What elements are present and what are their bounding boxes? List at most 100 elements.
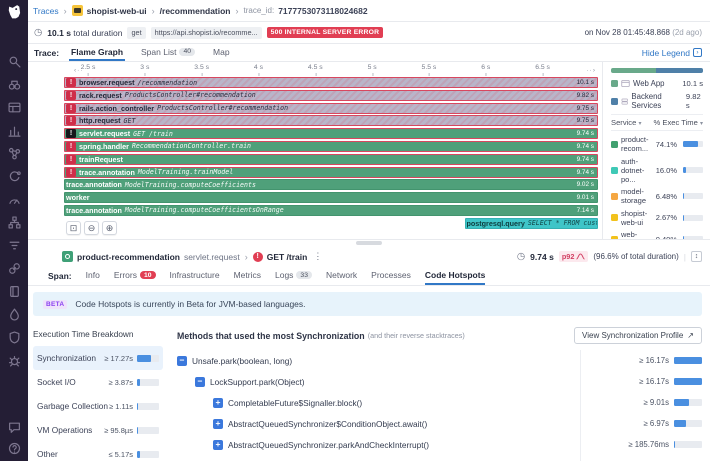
zoom-in-button[interactable]: ⊕ bbox=[102, 221, 117, 235]
span-bar-http.request[interactable]: !http.requestGET9.75 s bbox=[64, 115, 598, 126]
span-tab-code-hotspots[interactable]: Code Hotspots bbox=[425, 267, 485, 285]
span-bar-servlet.request[interactable]: !servlet.requestGET /train9.74 s bbox=[64, 128, 598, 139]
flame-row: !browser.request/recommendation10.1 s bbox=[64, 77, 598, 88]
metrics-icon[interactable] bbox=[8, 124, 21, 137]
breakdown-row-synchronization[interactable]: Synchronization≥ 17.27s bbox=[33, 346, 163, 370]
hide-legend-link[interactable]: Hide Legend › bbox=[642, 48, 702, 58]
service-name: web-store bbox=[621, 230, 653, 239]
ci-icon[interactable] bbox=[8, 170, 21, 183]
breakdown-title: Execution Time Breakdown bbox=[33, 329, 163, 339]
scroll-right-icon[interactable]: ··› bbox=[587, 67, 597, 74]
service-map-icon[interactable] bbox=[8, 147, 21, 160]
expand-icon[interactable]: + bbox=[213, 440, 223, 450]
bar-fill bbox=[137, 379, 140, 386]
span-error-icon: ! bbox=[66, 104, 76, 113]
span-tab-logs[interactable]: Logs33 bbox=[275, 267, 312, 285]
server-icon[interactable] bbox=[621, 97, 628, 106]
expand-span-icon[interactable]: ↕ bbox=[691, 251, 702, 262]
span-bar-trace.annotation[interactable]: trace.annotationModelTraining.computeCoe… bbox=[64, 179, 598, 190]
trace-tab-span-list[interactable]: Span List40 bbox=[139, 44, 197, 61]
legend-entry[interactable]: Backend Services9.82 s bbox=[611, 92, 703, 110]
span-tab-info[interactable]: Info bbox=[86, 267, 100, 285]
span-bar-rack.request[interactable]: !rack.requestProductsController#recommen… bbox=[64, 90, 598, 101]
method-name[interactable]: CompletableFuture$Signaller.block() bbox=[228, 398, 362, 408]
method-name[interactable]: AbstractQueuedSynchronizer$ConditionObje… bbox=[228, 419, 427, 429]
hierarchy-icon[interactable] bbox=[8, 216, 21, 229]
profiling-icon[interactable] bbox=[8, 308, 21, 321]
breadcrumb-resource[interactable]: /recommendation bbox=[160, 6, 231, 16]
legend-entry-label: Web App bbox=[633, 79, 665, 88]
method-row: +ModelTraining.synchronizeCoefficients(C… bbox=[177, 455, 702, 461]
collapse-icon[interactable]: − bbox=[177, 356, 187, 366]
breadcrumb-service[interactable]: shopist-web-ui bbox=[87, 6, 147, 16]
method-name[interactable]: AbstractQueuedSynchronizer.parkAndCheckI… bbox=[228, 440, 429, 450]
filter-icon[interactable] bbox=[8, 239, 21, 252]
span-bar-postgresql.query[interactable]: postgresql.querySELECT * FROM custome… bbox=[465, 218, 599, 229]
legend-service-row[interactable]: shopist-web-ui2.67% bbox=[611, 209, 703, 227]
browser-icon[interactable] bbox=[621, 79, 630, 88]
legend-service-row[interactable]: model-storage6.48% bbox=[611, 187, 703, 205]
breakdown-row-garbage-collection[interactable]: Garbage Collection≥ 1.11s bbox=[33, 394, 163, 418]
gauge-icon[interactable] bbox=[8, 193, 21, 206]
span-resource[interactable]: GET /train bbox=[267, 252, 308, 262]
span-tab-infrastructure[interactable]: Infrastructure bbox=[170, 267, 220, 285]
latency-percentile-badge[interactable]: p92 bbox=[559, 251, 589, 262]
notebook-icon[interactable] bbox=[8, 285, 21, 298]
exec-time-column-sort[interactable]: % Exec Time ▾ bbox=[654, 118, 703, 127]
view-synchronization-profile-button[interactable]: View Synchronization Profile↗ bbox=[574, 327, 702, 344]
span-list-icon[interactable] bbox=[8, 101, 21, 114]
zoom-out-button[interactable]: ⊖ bbox=[84, 221, 99, 235]
reset-button[interactable]: ⊡ bbox=[66, 221, 81, 235]
service-color-swatch bbox=[611, 236, 618, 240]
collapse-icon[interactable]: − bbox=[195, 377, 205, 387]
legend-service-row[interactable]: product-recom...74.1% bbox=[611, 135, 703, 153]
security-icon[interactable] bbox=[8, 331, 21, 344]
span-tab-metrics[interactable]: Metrics bbox=[234, 267, 261, 285]
breakdown-row-socket-i-o[interactable]: Socket I/O≥ 3.87s bbox=[33, 370, 163, 394]
span-bar-worker[interactable]: worker9.01 s bbox=[64, 192, 598, 203]
breakdown-bar bbox=[137, 427, 159, 434]
datadog-logo-icon[interactable] bbox=[6, 4, 23, 21]
expand-icon[interactable]: + bbox=[213, 419, 223, 429]
span-bar-browser.request[interactable]: !browser.request/recommendation10.1 s bbox=[64, 77, 598, 88]
trace-tab-flame-graph[interactable]: Flame Graph bbox=[69, 44, 125, 61]
help-icon[interactable] bbox=[8, 442, 21, 455]
search-icon[interactable] bbox=[8, 55, 21, 68]
beta-badge: BETA bbox=[43, 300, 67, 309]
span-error-icon: ! bbox=[66, 91, 76, 100]
watchdog-icon[interactable] bbox=[8, 78, 21, 91]
span-duration-share: (96.6% of total duration) bbox=[593, 252, 678, 261]
trace-tabs: Trace: Flame GraphSpan List40Map Hide Le… bbox=[28, 44, 710, 62]
flame-graph[interactable]: ‹·· ··› 2.5 s3 s3.5 s4 s4.5 s5 s5.5 s6 s… bbox=[28, 62, 602, 239]
span-bar-trace.annotation[interactable]: trace.annotationModelTraining.computeCoe… bbox=[64, 205, 598, 216]
method-name[interactable]: Unsafe.park(boolean, long) bbox=[192, 356, 292, 366]
bug-icon[interactable] bbox=[8, 354, 21, 367]
legend-service-row[interactable]: auth-dotnet-po...16.0% bbox=[611, 157, 703, 184]
span-name: trace.annotation bbox=[66, 206, 122, 215]
span-resource: ProductsController#recommendation bbox=[157, 104, 288, 112]
breadcrumb-traces-link[interactable]: Traces bbox=[33, 6, 59, 16]
method-name[interactable]: LockSupport.park(Object) bbox=[210, 377, 305, 387]
legend-entry[interactable]: Web App10.1 s bbox=[611, 79, 703, 88]
span-tab-network[interactable]: Network bbox=[326, 267, 357, 285]
span-tab-errors[interactable]: Errors10 bbox=[114, 267, 156, 285]
span-bar-trainRequest[interactable]: !trainRequest9.74 s bbox=[64, 154, 598, 165]
span-bar-trace.annotation[interactable]: !trace.annotationModelTraining.trainMode… bbox=[64, 167, 598, 178]
breakdown-row-vm-operations[interactable]: VM Operations≥ 95.8µs bbox=[33, 418, 163, 442]
service-exec-bar bbox=[683, 141, 703, 147]
span-bar-rails.action_controller[interactable]: !rails.action_controllerProductsControll… bbox=[64, 103, 598, 114]
breakdown-row-other[interactable]: Other≤ 5.17s bbox=[33, 442, 163, 461]
service-column-sort[interactable]: Service ▾ bbox=[611, 118, 641, 127]
span-service-name[interactable]: product-recommendation bbox=[77, 252, 180, 262]
legend-service-row[interactable]: web-store0.40% bbox=[611, 230, 703, 239]
link-icon[interactable] bbox=[8, 262, 21, 275]
url-badge[interactable]: https://api.shopist.io/recomme... bbox=[151, 27, 262, 39]
span-bar-spring.handler[interactable]: !spring.handlerRecommendationController.… bbox=[64, 141, 598, 152]
trace-tab-map[interactable]: Map bbox=[211, 44, 232, 61]
chat-icon[interactable] bbox=[8, 421, 21, 434]
span-duration-label: 9.82 s bbox=[573, 92, 594, 99]
kebab-menu-icon[interactable]: ⋮ bbox=[313, 251, 322, 262]
span-tab-processes[interactable]: Processes bbox=[371, 267, 411, 285]
span-duration-label: 9.74 s bbox=[573, 130, 594, 137]
expand-icon[interactable]: + bbox=[213, 398, 223, 408]
